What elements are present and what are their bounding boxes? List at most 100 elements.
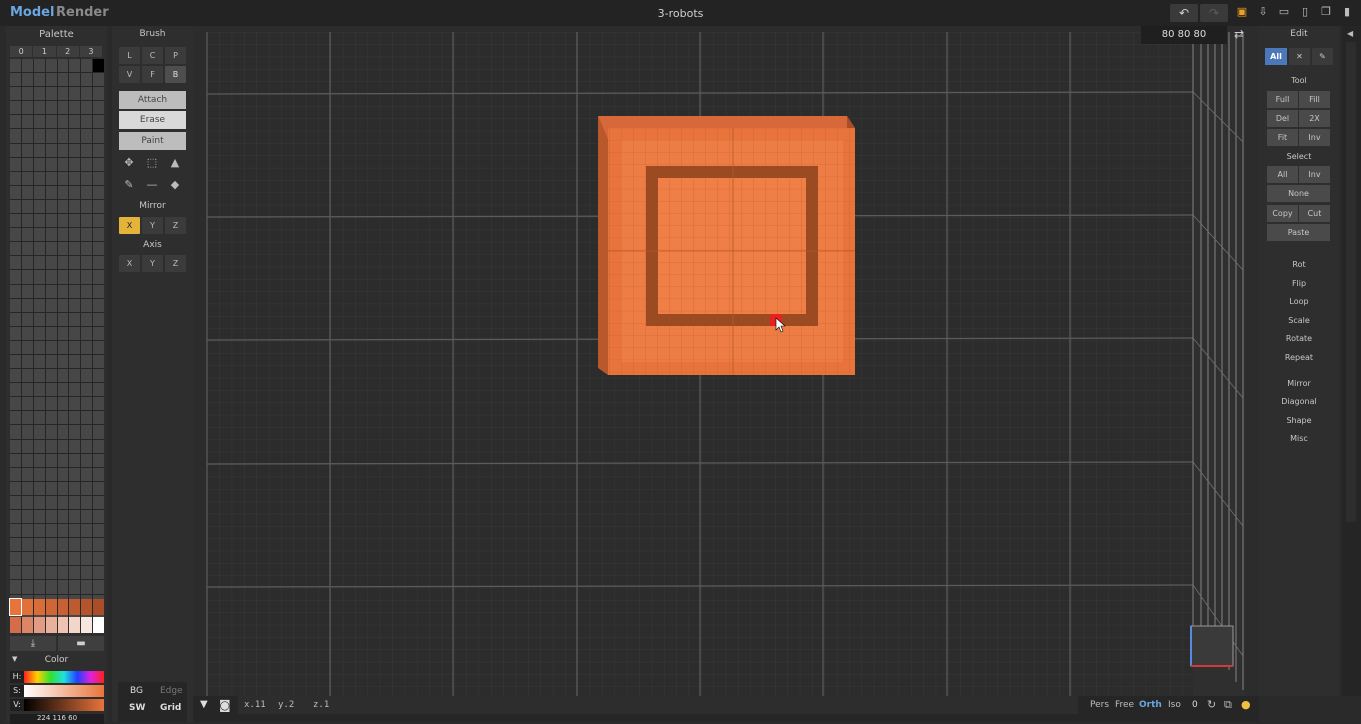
palette-cell[interactable] bbox=[57, 340, 69, 354]
palette-cell[interactable] bbox=[45, 228, 57, 242]
palette-cell[interactable] bbox=[21, 73, 33, 87]
palette-cell[interactable] bbox=[10, 157, 21, 171]
brush-shape-v[interactable]: V bbox=[119, 66, 140, 83]
palette-cell[interactable] bbox=[69, 157, 81, 171]
palette-cell[interactable] bbox=[81, 185, 93, 199]
palette-cell[interactable] bbox=[45, 326, 57, 340]
palette-cell[interactable] bbox=[21, 369, 33, 383]
palette-cell[interactable] bbox=[33, 538, 45, 552]
palette-cell[interactable] bbox=[33, 552, 45, 566]
palette-cell[interactable] bbox=[93, 298, 104, 312]
palette-cell[interactable] bbox=[69, 326, 81, 340]
viewport-canvas[interactable] bbox=[193, 26, 1259, 696]
palette-cell[interactable] bbox=[10, 481, 21, 495]
palette-cell[interactable] bbox=[81, 524, 93, 538]
palette-cell[interactable] bbox=[81, 326, 93, 340]
palette-cell[interactable] bbox=[10, 383, 21, 397]
palette-cell[interactable] bbox=[45, 59, 57, 73]
view-orth[interactable]: Orth bbox=[1139, 700, 1162, 710]
palette-cell[interactable] bbox=[81, 467, 93, 481]
palette-swatch[interactable] bbox=[93, 617, 104, 633]
color-header[interactable]: ▼ Color bbox=[6, 655, 107, 665]
palette-swatch[interactable] bbox=[10, 617, 21, 633]
palette-cell[interactable] bbox=[69, 425, 81, 439]
palette-cell[interactable] bbox=[57, 129, 69, 143]
palette-cell[interactable] bbox=[33, 566, 45, 580]
right-collapse-bar[interactable]: ◀ bbox=[1342, 26, 1361, 696]
palette-cell[interactable] bbox=[93, 171, 104, 185]
frame-icon[interactable]: ⧉ bbox=[1224, 698, 1232, 712]
palette-cell[interactable] bbox=[33, 256, 45, 270]
palette-cell[interactable] bbox=[21, 383, 33, 397]
new-icon[interactable]: ▯ bbox=[1298, 5, 1312, 18]
palette-cell[interactable] bbox=[10, 59, 21, 73]
palette-cell[interactable] bbox=[33, 59, 45, 73]
tool-del-button[interactable]: Del bbox=[1267, 110, 1298, 127]
palette-cell[interactable] bbox=[45, 354, 57, 369]
palette-cell[interactable] bbox=[93, 312, 104, 326]
palette-cell[interactable] bbox=[81, 157, 93, 171]
palette-cell[interactable] bbox=[81, 129, 93, 143]
palette-cell[interactable] bbox=[10, 256, 21, 270]
palette-cell[interactable] bbox=[33, 312, 45, 326]
attach-button[interactable]: Attach bbox=[119, 91, 186, 109]
palette-tab-0[interactable]: 0 bbox=[10, 46, 33, 57]
palette-cell[interactable] bbox=[81, 566, 93, 580]
palette-cell[interactable] bbox=[21, 214, 33, 228]
scrollbar-thumb[interactable] bbox=[1346, 42, 1356, 522]
palette-cell[interactable] bbox=[21, 481, 33, 495]
palette-cell[interactable] bbox=[33, 510, 45, 524]
bg-toggle[interactable]: BG bbox=[130, 686, 143, 696]
palette-cell[interactable] bbox=[10, 171, 21, 185]
palette-cell[interactable] bbox=[10, 425, 21, 439]
palette-swatch-row[interactable] bbox=[9, 598, 104, 616]
palette-cell[interactable] bbox=[69, 467, 81, 481]
palette-cell[interactable] bbox=[81, 101, 93, 115]
palette-cell[interactable] bbox=[45, 115, 57, 129]
palette-cell[interactable] bbox=[33, 214, 45, 228]
palette-cell[interactable] bbox=[21, 552, 33, 566]
sw-toggle[interactable]: SW bbox=[129, 703, 145, 713]
palette-cell[interactable] bbox=[10, 411, 21, 425]
palette-cell[interactable] bbox=[33, 157, 45, 171]
palette-cell[interactable] bbox=[93, 214, 104, 228]
palette-cell[interactable] bbox=[10, 199, 21, 214]
palette-cell[interactable] bbox=[57, 101, 69, 115]
palette-cell[interactable] bbox=[45, 510, 57, 524]
view-menu-icon[interactable]: ▼ bbox=[200, 699, 208, 710]
palette-cell[interactable] bbox=[57, 326, 69, 340]
palette-swatch[interactable] bbox=[69, 617, 81, 633]
palette-cell[interactable] bbox=[57, 59, 69, 73]
palette-cell[interactable] bbox=[10, 552, 21, 566]
palette-cell[interactable] bbox=[33, 185, 45, 199]
palette-cell[interactable] bbox=[93, 453, 104, 467]
palette-cell[interactable] bbox=[57, 270, 69, 284]
collapse-left-icon[interactable]: ◀ bbox=[1347, 29, 1353, 38]
palette-cell[interactable] bbox=[10, 580, 21, 594]
palette-cell[interactable] bbox=[33, 326, 45, 340]
palette-cell[interactable] bbox=[93, 538, 104, 552]
palette-cell[interactable] bbox=[10, 270, 21, 284]
palette-cell[interactable] bbox=[69, 538, 81, 552]
palette-cell[interactable] bbox=[10, 369, 21, 383]
palette-cell[interactable] bbox=[93, 467, 104, 481]
palette-cell[interactable] bbox=[57, 580, 69, 594]
palette-cell[interactable] bbox=[81, 73, 93, 87]
palette-cell[interactable] bbox=[69, 566, 81, 580]
palette-cell[interactable] bbox=[10, 242, 21, 256]
palette-cell[interactable] bbox=[45, 171, 57, 185]
palette-cell[interactable] bbox=[81, 256, 93, 270]
palette-cell[interactable] bbox=[33, 101, 45, 115]
palette-cell[interactable] bbox=[33, 495, 45, 509]
palette-cell[interactable] bbox=[33, 73, 45, 87]
palette-cell[interactable] bbox=[21, 284, 33, 298]
palette-cell[interactable] bbox=[33, 439, 45, 453]
palette-cell[interactable] bbox=[57, 298, 69, 312]
palette-cell[interactable] bbox=[93, 59, 104, 73]
palette-cell[interactable] bbox=[10, 284, 21, 298]
sun-icon[interactable]: ● bbox=[1241, 698, 1251, 711]
palette-cell[interactable] bbox=[21, 242, 33, 256]
palette-cell[interactable] bbox=[57, 481, 69, 495]
palette-cell[interactable] bbox=[57, 143, 69, 157]
op-scale[interactable]: Scale bbox=[1259, 316, 1339, 325]
